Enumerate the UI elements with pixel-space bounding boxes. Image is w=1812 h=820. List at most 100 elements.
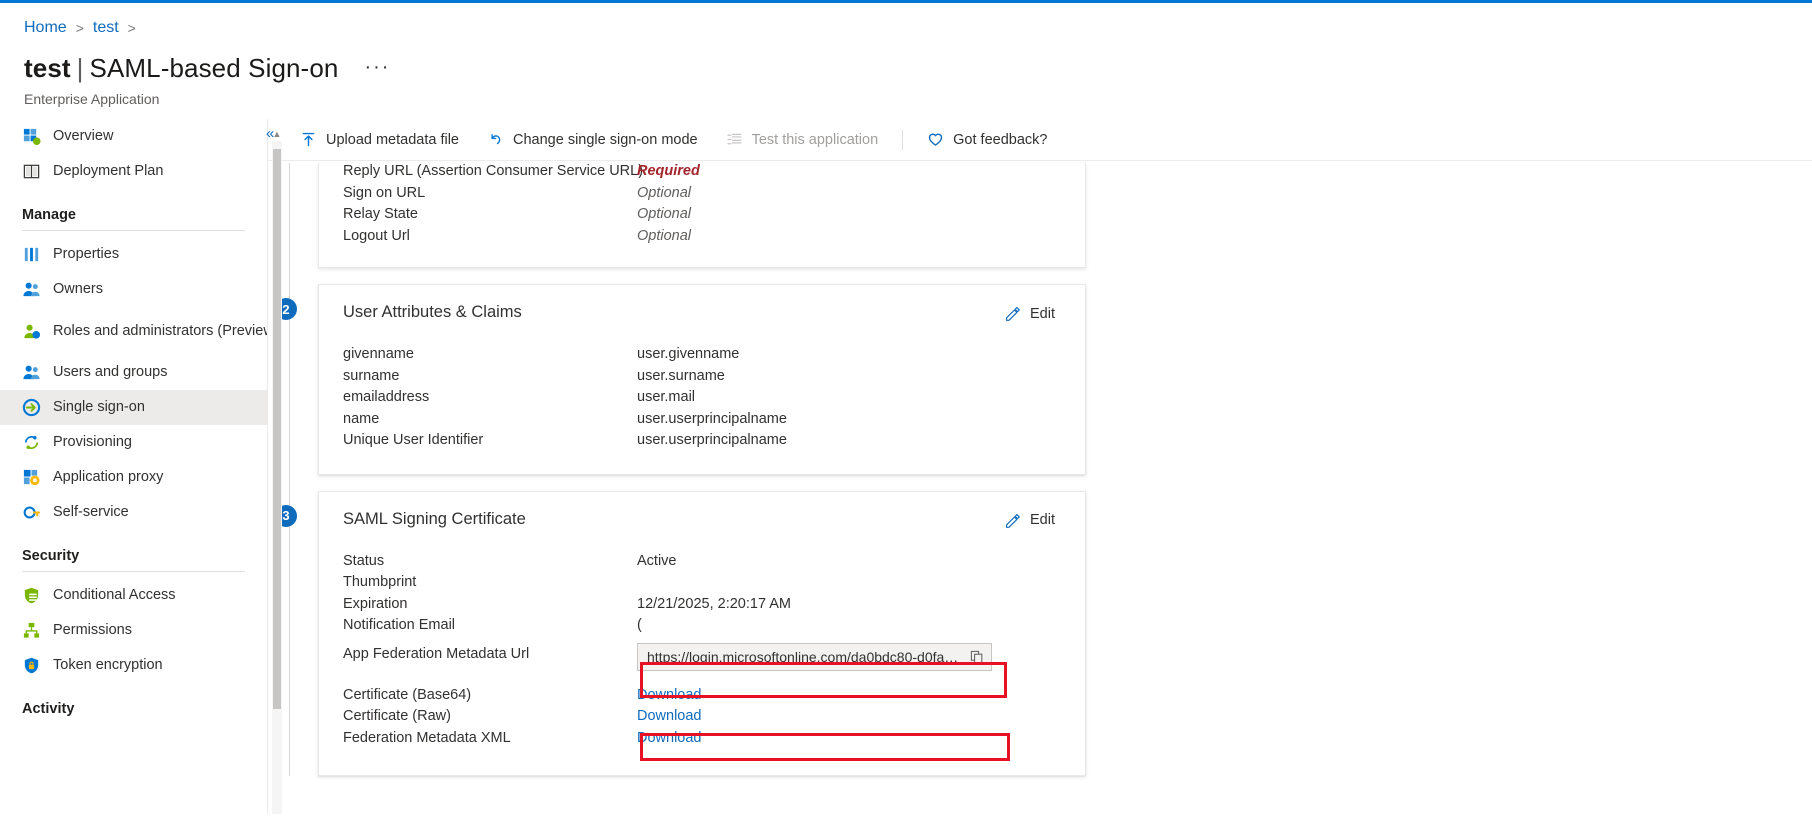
configuration-cards: Reply URL (Assertion Consumer Service UR…: [268, 163, 1812, 776]
row-key: Federation Metadata XML: [343, 729, 511, 746]
copy-icon[interactable]: [969, 649, 985, 665]
table-row: emailaddress user.mail: [343, 389, 1061, 411]
change-single-sign-on-mode-button[interactable]: Change single sign-on mode: [473, 125, 712, 155]
shield-lock-icon: [24, 657, 39, 674]
sidebar-item-application-proxy[interactable]: Application proxy: [0, 460, 267, 495]
table-row: name user.userprincipalname: [343, 411, 1061, 433]
grid-overview-icon: [23, 128, 41, 146]
download-federation-metadata-xml-link[interactable]: Download: [637, 730, 702, 746]
kv-table: Reply URL (Assertion Consumer Service UR…: [343, 163, 1061, 249]
shield-list-icon: [24, 587, 39, 604]
breadcrumb-separator-icon: >: [75, 20, 84, 36]
heart-icon: [929, 133, 943, 146]
app-federation-metadata-url-field[interactable]: https://login.microsoftonline.com/da0bdc…: [637, 642, 992, 671]
people-icon: [23, 282, 40, 297]
sliders-icon: [24, 247, 39, 262]
sidebar-divider: [22, 230, 245, 231]
page-title-app: test: [24, 53, 71, 83]
sidebar-group-activity: Activity: [22, 701, 75, 717]
sidebar-item-permissions[interactable]: Permissions: [0, 613, 267, 648]
sidebar-item-label: Permissions: [53, 622, 132, 639]
row-key: givenname: [343, 346, 414, 362]
got-feedback-button[interactable]: Got feedback?: [913, 125, 1061, 155]
sidebar-item-properties[interactable]: Properties: [0, 237, 267, 272]
row-value: user.userprincipalname: [637, 432, 787, 448]
download-certificate-base64-link[interactable]: Download: [637, 687, 702, 703]
row-key: Expiration: [343, 595, 408, 612]
row-key: name: [343, 410, 380, 427]
row-value: user.mail: [637, 389, 696, 405]
sidebar-group-manage: Manage: [22, 207, 76, 223]
sidebar-item-roles-and-administrators[interactable]: Roles and administrators (Preview): [0, 307, 267, 355]
edit-label: Edit: [1030, 305, 1055, 322]
sidebar-item-label: Single sign-on: [53, 399, 145, 416]
table-row: Status Active: [343, 553, 1061, 575]
row-value: user.surname: [637, 367, 725, 384]
sidebar-item-overview[interactable]: Overview: [0, 119, 267, 154]
row-value: Optional: [637, 184, 692, 201]
sidebar-item-label: Deployment Plan: [53, 163, 164, 180]
sidebar-item-token-encryption[interactable]: Token encryption: [0, 648, 267, 683]
row-value: Active: [637, 552, 677, 569]
breadcrumb-separator-icon-2: >: [127, 20, 136, 36]
row-value: user.givenname: [637, 346, 740, 362]
kv-table: givenname user.givenname surname user.su…: [343, 346, 1061, 454]
card-basic-saml-configuration: Reply URL (Assertion Consumer Service UR…: [318, 163, 1086, 268]
edit-label: Edit: [1030, 512, 1055, 528]
card-saml-signing-certificate: SAML Signing Certificate Edit Status Act…: [318, 490, 1086, 776]
table-row: Unique User Identifier user.userprincipa…: [343, 432, 1061, 454]
sidebar-item-label: Overview: [53, 128, 114, 145]
sidebar-item-single-sign-on[interactable]: Single sign-on: [0, 390, 267, 425]
sidebar-item-self-service[interactable]: Self-service: [0, 495, 267, 530]
row-key: App Federation Metadata Url: [343, 645, 530, 662]
sidebar-group-security: Security: [22, 548, 80, 564]
edit-user-attributes-button[interactable]: Edit: [998, 303, 1061, 324]
sidebar-item-label: Owners: [53, 281, 103, 298]
blade-content: Reply URL (Assertion Consumer Service UR…: [268, 161, 1812, 814]
row-key: Certificate (Raw): [343, 708, 451, 724]
sidebar-item-users-and-groups[interactable]: Users and groups: [0, 355, 267, 390]
sidebar-item-conditional-access[interactable]: Conditional Access: [0, 578, 267, 613]
pencil-icon: [1005, 306, 1020, 321]
table-row: Sign on URL Optional: [343, 185, 1061, 207]
toolbar-label: Upload metadata file: [326, 131, 459, 148]
sidebar-item-provisioning[interactable]: Provisioning: [0, 425, 267, 460]
sidebar-scroll-up-icon[interactable]: ▲: [272, 129, 282, 141]
pencil-icon: [1005, 513, 1020, 528]
title-row: test | SAML-based Sign-on ···: [24, 53, 1812, 84]
upload-metadata-file-button[interactable]: Upload metadata file: [286, 125, 473, 155]
sidebar-item-owners[interactable]: Owners: [0, 272, 267, 307]
book-icon: [23, 164, 40, 179]
person-badge-icon: [24, 324, 41, 339]
breadcrumb-item-test[interactable]: test: [93, 19, 119, 37]
sidebar-item-label: Users and groups: [53, 364, 168, 381]
row-value: 12/21/2025, 2:20:17 AM: [637, 595, 791, 612]
sidebar-scrollbar-thumb[interactable]: [273, 149, 281, 709]
sidebar-item-label: Token encryption: [53, 657, 163, 674]
table-row: Logout Url Optional: [343, 228, 1061, 250]
row-value: (: [637, 617, 642, 633]
row-key: Certificate (Base64): [343, 686, 472, 703]
test-this-application-button[interactable]: Test this application: [712, 125, 893, 155]
sidebar-divider: [22, 571, 245, 572]
more-options-button[interactable]: ···: [364, 56, 390, 79]
toolbar-label: Test this application: [751, 131, 879, 148]
upload-icon: [302, 132, 315, 147]
page-title: test | SAML-based Sign-on: [24, 53, 338, 84]
toolbar-divider: [902, 129, 904, 150]
table-row: surname user.surname: [343, 368, 1061, 390]
list-check-icon: [727, 133, 742, 145]
edit-saml-certificate-button[interactable]: Edit: [998, 510, 1061, 531]
key-icon: [23, 506, 41, 519]
row-key: Reply URL (Assertion Consumer Service UR…: [343, 163, 644, 179]
app-proxy-icon: [23, 469, 40, 486]
table-row: Certificate (Base64) Download: [343, 687, 1061, 709]
row-value: Required: [637, 163, 700, 179]
table-row: givenname user.givenname: [343, 346, 1061, 368]
download-certificate-raw-link[interactable]: Download: [637, 708, 702, 724]
sidebar-item-deployment-plan[interactable]: Deployment Plan: [0, 154, 267, 189]
table-row: Certificate (Raw) Download: [343, 708, 1061, 730]
step-connector-line: [289, 163, 290, 776]
table-row: Reply URL (Assertion Consumer Service UR…: [343, 163, 1061, 185]
breadcrumb-item-home[interactable]: Home: [24, 19, 67, 37]
